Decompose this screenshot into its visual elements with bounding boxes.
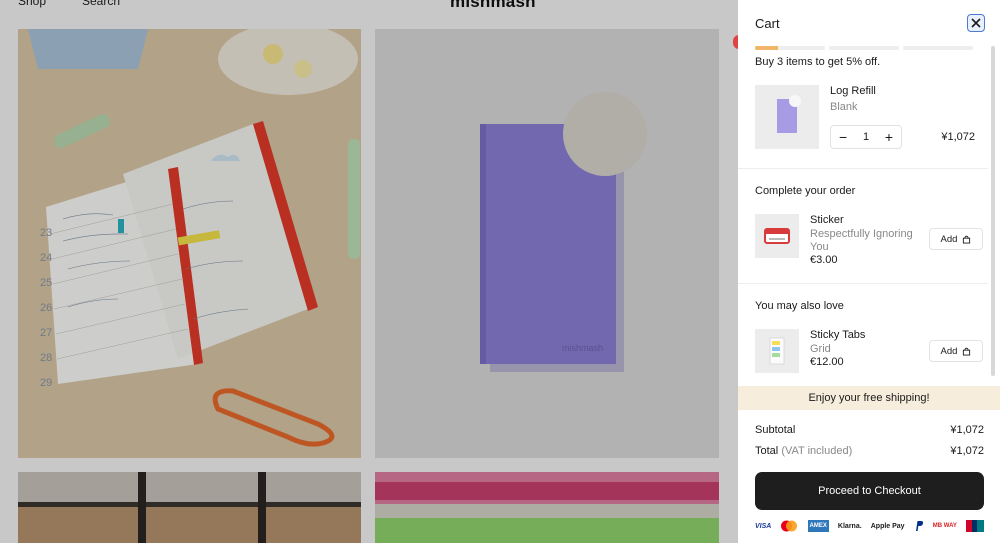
shopping-bag-icon — [963, 347, 971, 356]
close-cart-button[interactable] — [967, 14, 985, 32]
vat-note: (VAT included) — [781, 445, 853, 457]
upsell-name[interactable]: Sticker — [810, 214, 844, 226]
progress-segment — [903, 46, 973, 50]
stack-photo — [375, 472, 719, 543]
add-label: Add — [940, 345, 958, 357]
add-sticky-tabs-button[interactable]: Add — [929, 340, 983, 362]
also-love-heading: You may also love — [755, 300, 844, 312]
progress-segment — [755, 46, 825, 50]
upsell-item-sticker: Sticker Respectfully Ignoring You €3.00 … — [755, 214, 985, 266]
close-icon — [971, 18, 981, 28]
product-tile-notebook[interactable]: mishmash — [375, 29, 719, 458]
cart-scrollbar[interactable] — [991, 46, 995, 376]
free-shipping-banner: Enjoy your free shipping! — [738, 386, 1000, 410]
progress-segment — [829, 46, 899, 50]
apple-pay-icon: Apple Pay — [870, 522, 905, 530]
notebook-photo: mishmash — [375, 29, 719, 458]
add-label: Add — [940, 233, 958, 245]
subtotal-row: Subtotal ¥1,072 — [755, 424, 984, 436]
diary-photo: 23 24 25 26 27 28 29 — [18, 29, 361, 458]
sticker-image — [755, 214, 799, 258]
complete-order-heading: Complete your order — [755, 185, 856, 197]
item-name[interactable]: Log Refill — [830, 85, 876, 97]
diary-number: 24 — [40, 252, 52, 264]
nav-search-link[interactable]: Search — [82, 0, 120, 8]
promo-message: Buy 3 items to get 5% off. — [755, 56, 881, 68]
klarna-icon: Klarna. — [837, 522, 862, 530]
item-price: ¥1,072 — [941, 131, 975, 143]
divider — [738, 168, 988, 169]
product-thumbnail[interactable] — [755, 329, 799, 373]
checkout-button[interactable]: Proceed to Checkout — [755, 472, 984, 510]
upsell-item-sticky-tabs: Sticky Tabs Grid €12.00 Add — [755, 329, 985, 373]
diary-number: 23 — [40, 227, 52, 239]
cart-drawer: Cart Buy 3 items to get 5% off. Log Refi… — [738, 0, 1000, 543]
payment-methods: VISA AMEX Klarna. Apple Pay MB WAY — [755, 519, 984, 533]
quantity-value[interactable]: 1 — [863, 131, 869, 143]
upsell-price: €3.00 — [810, 254, 838, 266]
visa-icon: VISA — [755, 522, 772, 530]
diary-number: 25 — [40, 277, 52, 289]
mastercard-icon — [780, 520, 798, 532]
decrease-quantity-button[interactable]: − — [839, 130, 847, 144]
total-value: ¥1,072 — [950, 445, 984, 457]
upsell-price: €12.00 — [810, 356, 844, 368]
cart-line-item: Log Refill Blank − 1 + ¥1,072 — [755, 85, 985, 151]
product-tile-bench[interactable] — [18, 472, 361, 543]
item-variant: Blank — [830, 101, 858, 113]
unionpay-icon — [965, 520, 984, 532]
cart-title: Cart — [755, 16, 780, 31]
diary-number: 29 — [40, 377, 52, 389]
nav-shop-link[interactable]: Shop — [18, 0, 46, 8]
subtotal-value: ¥1,072 — [950, 424, 984, 436]
product-tile-notebooks-stack[interactable] — [375, 472, 719, 543]
diary-number: 26 — [40, 302, 52, 314]
log-refill-image — [755, 85, 819, 149]
increase-quantity-button[interactable]: + — [885, 130, 893, 144]
shopping-bag-icon — [963, 235, 971, 244]
diary-number: 27 — [40, 327, 52, 339]
mbway-icon: MB WAY — [932, 523, 957, 529]
amex-icon: AMEX — [807, 520, 829, 532]
product-thumbnail[interactable] — [755, 214, 799, 258]
divider — [738, 283, 988, 284]
paypal-icon — [914, 520, 924, 532]
add-sticker-button[interactable]: Add — [929, 228, 983, 250]
diary-number: 28 — [40, 352, 52, 364]
top-navigation: Shop Search — [18, 0, 738, 14]
sticky-tabs-image — [755, 329, 799, 373]
upsell-variant: Respectfully Ignoring You — [810, 228, 913, 253]
storefront-page: Shop Search mishmash 23 24 25 26 27 28 2… — [0, 0, 741, 543]
quantity-stepper: − 1 + — [830, 125, 902, 149]
total-row: Total (VAT included) ¥1,072 — [755, 445, 984, 457]
total-label: Total — [755, 445, 779, 457]
bench-photo — [18, 472, 361, 543]
product-thumbnail[interactable] — [755, 85, 819, 149]
brand-logo[interactable]: mishmash — [450, 0, 536, 12]
upsell-name[interactable]: Sticky Tabs — [810, 329, 865, 341]
upsell-variant: Grid — [810, 343, 831, 355]
discount-progress — [755, 46, 973, 50]
subtotal-label: Subtotal — [755, 424, 796, 436]
product-tile-diary[interactable]: 23 24 25 26 27 28 29 — [18, 29, 361, 458]
progress-fill — [755, 46, 778, 50]
notebook-brand-mark: mishmash — [562, 343, 603, 353]
